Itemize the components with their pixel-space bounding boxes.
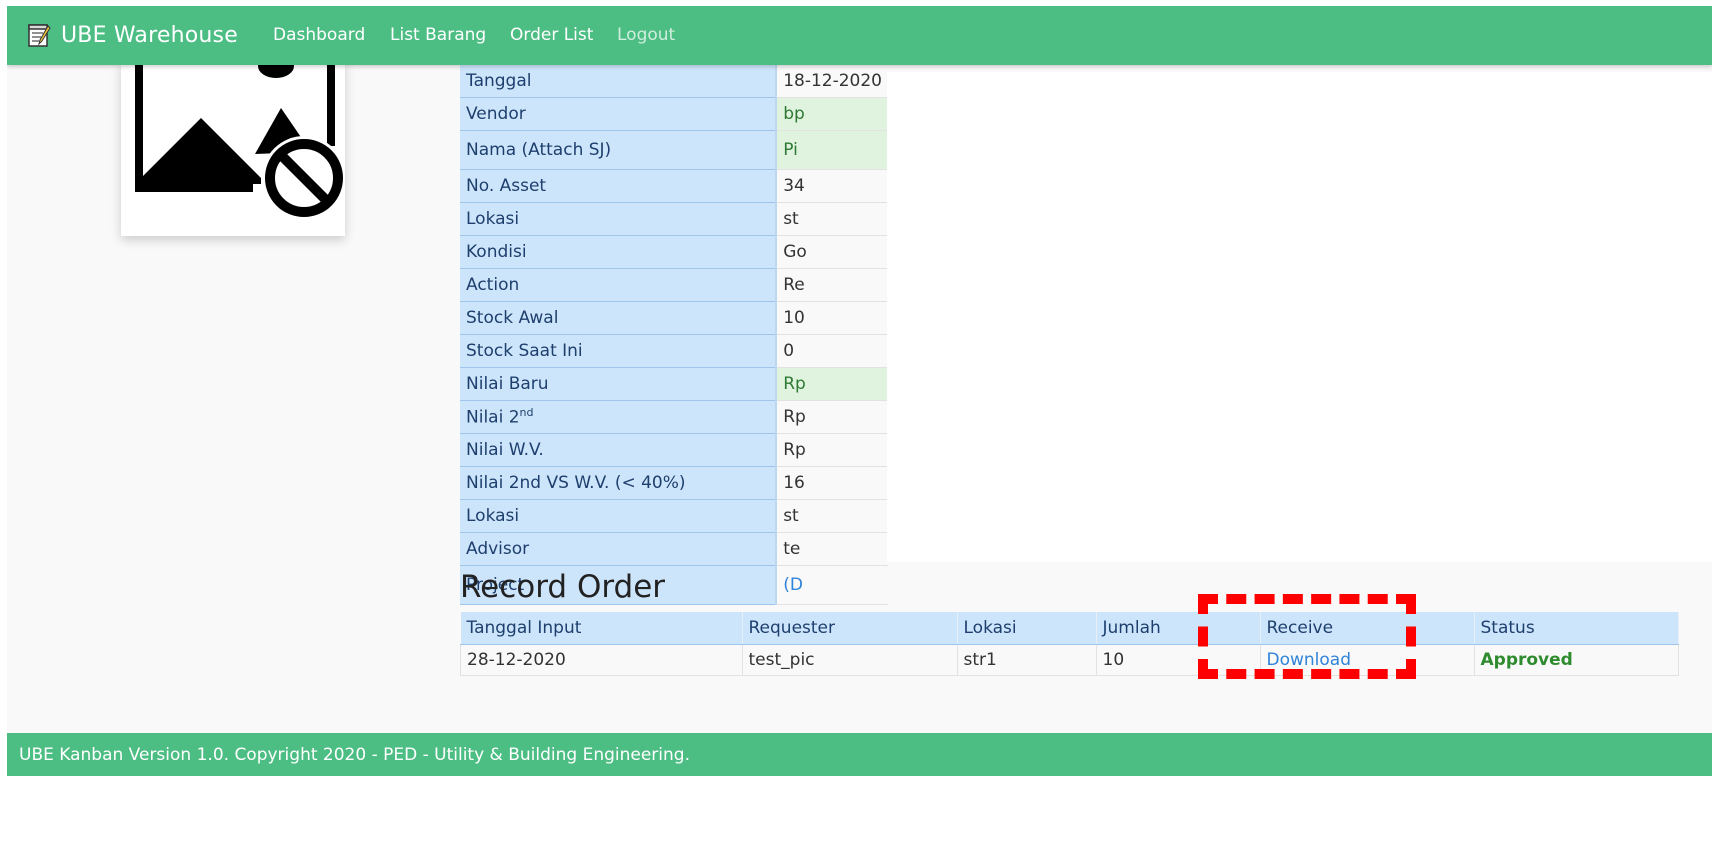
table-row: 28-12-2020 test_pic str1 10 Download App… — [460, 644, 1679, 676]
detail-label: Nama (Attach SJ) — [460, 130, 778, 170]
detail-row: Nilai 2nd VS W.V. (< 40%) 16 — [460, 466, 888, 500]
detail-row: Action Re — [460, 268, 888, 302]
detail-value: st — [776, 202, 888, 236]
memo-icon — [28, 24, 51, 47]
navbar: UBE Warehouse Dashboard List Barang Orde… — [7, 6, 1712, 65]
brand-title: UBE Warehouse — [61, 22, 238, 48]
detail-row: No. Asset 34 — [460, 169, 888, 203]
detail-row: Nilai 2nd Rp — [460, 400, 888, 434]
detail-label: Nilai W.V. — [460, 433, 778, 467]
detail-value: Pi — [776, 130, 888, 170]
detail-value: Rp — [776, 433, 888, 467]
column-header-lokasi: Lokasi — [957, 612, 1097, 645]
column-header-receive: Receive — [1260, 612, 1475, 645]
detail-row: Nilai W.V. Rp — [460, 433, 888, 467]
column-header-status: Status — [1474, 612, 1679, 645]
project-link[interactable]: (D — [776, 565, 888, 605]
nav-dashboard[interactable]: Dashboard — [273, 25, 365, 45]
footer: UBE Kanban Version 1.0. Copyright 2020 -… — [7, 733, 1712, 776]
detail-label: Nilai 2nd — [460, 400, 778, 434]
detail-value: 10 — [776, 301, 888, 335]
nav-logout[interactable]: Logout — [617, 25, 675, 45]
cell-jumlah: 10 — [1095, 644, 1261, 676]
detail-label: Lokasi — [460, 202, 778, 236]
table-header-row: Tanggal Input Requester Lokasi Jumlah Re… — [460, 612, 1679, 645]
detail-row: Kondisi Go — [460, 235, 888, 269]
detail-value: te — [776, 532, 888, 566]
detail-row: Lokasi st — [460, 499, 888, 533]
column-header-tanggal-input: Tanggal Input — [460, 612, 743, 645]
detail-value: bp — [776, 97, 888, 131]
detail-label: No. Asset — [460, 169, 778, 203]
detail-label: Stock Saat Ini — [460, 334, 778, 368]
detail-row: Vendor bp — [460, 97, 888, 131]
detail-label: Nilai Baru — [460, 367, 778, 401]
detail-value: Go — [776, 235, 888, 269]
detail-label: Vendor — [460, 97, 778, 131]
redacted-area — [887, 72, 1712, 562]
item-detail-table: Tanggal 18-12-2020 Vendor bp Nama (Attac… — [460, 65, 888, 605]
detail-label: Stock Awal — [460, 301, 778, 335]
detail-value: Re — [776, 268, 888, 302]
cell-tanggal-input: 28-12-2020 — [460, 644, 743, 676]
detail-label: Advisor — [460, 532, 778, 566]
detail-value: Rp — [776, 400, 888, 434]
detail-row: Nilai Baru Rp — [460, 367, 888, 401]
nav-list-barang[interactable]: List Barang — [390, 25, 486, 45]
page-bottom — [7, 776, 1712, 846]
detail-row: Stock Awal 10 — [460, 301, 888, 335]
download-link[interactable]: Download — [1267, 650, 1352, 670]
column-header-requester: Requester — [742, 612, 958, 645]
detail-value: 0 — [776, 334, 888, 368]
detail-label: Kondisi — [460, 235, 778, 269]
footer-text: UBE Kanban Version 1.0. Copyright 2020 -… — [19, 744, 690, 765]
page: UBE Warehouse Dashboard List Barang Orde… — [7, 6, 1712, 846]
cell-receive: Download — [1259, 644, 1475, 676]
detail-row: Advisor te — [460, 532, 888, 566]
detail-label: Action — [460, 268, 778, 302]
nav-order-list[interactable]: Order List — [510, 25, 593, 45]
detail-label: Tanggal — [460, 65, 778, 98]
detail-label-sup: nd — [519, 406, 534, 420]
detail-value: st — [776, 499, 888, 533]
cell-requester: test_pic — [741, 644, 958, 676]
detail-value: 34 — [776, 169, 888, 203]
detail-row: Tanggal 18-12-2020 — [460, 65, 888, 98]
record-order-table: Tanggal Input Requester Lokasi Jumlah Re… — [460, 612, 1679, 676]
detail-row: Nama (Attach SJ) Pi — [460, 130, 888, 170]
detail-row: Lokasi st — [460, 202, 888, 236]
status-badge: Approved — [1473, 644, 1679, 676]
broken-image-icon — [135, 60, 345, 220]
detail-value: 18-12-2020 — [776, 65, 888, 98]
detail-label-text: Nilai 2 — [466, 407, 520, 428]
detail-value: 16 — [776, 466, 888, 500]
column-header-jumlah: Jumlah — [1096, 612, 1261, 645]
detail-label: Lokasi — [460, 499, 778, 533]
cell-lokasi: str1 — [956, 644, 1097, 676]
detail-row: Stock Saat Ini 0 — [460, 334, 888, 368]
detail-label: Nilai 2nd VS W.V. (< 40%) — [460, 466, 778, 500]
brand-link[interactable]: UBE Warehouse — [27, 18, 238, 52]
item-image-card — [121, 60, 345, 236]
record-order-title: Record Order — [460, 569, 666, 605]
detail-value: Rp — [776, 367, 888, 401]
